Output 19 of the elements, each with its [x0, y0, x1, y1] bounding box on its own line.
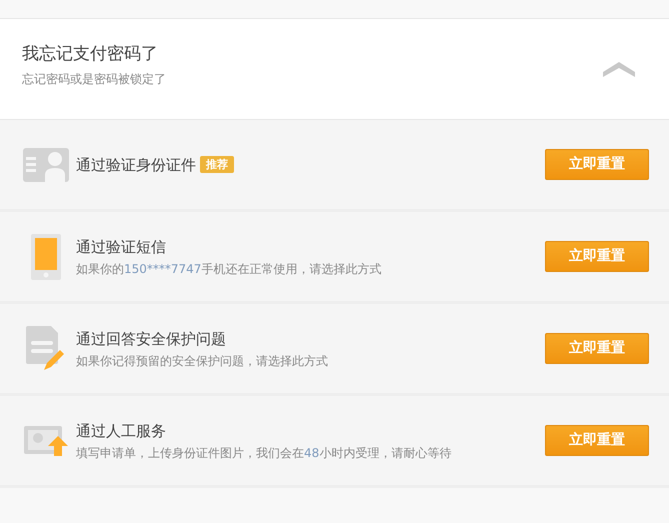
option-title: 通过验证身份证件	[76, 154, 196, 174]
option-title: 通过人工服务	[76, 420, 166, 440]
collapse-chevron-icon[interactable]	[603, 61, 635, 77]
photo-upload-icon	[24, 424, 68, 458]
reset-button[interactable]: 立即重置	[545, 333, 649, 364]
option-title: 通过验证短信	[76, 236, 166, 256]
reset-button[interactable]: 立即重置	[545, 425, 649, 456]
option-description: 填写申请单，上传身份证件图片，我们会在48小时内受理，请耐心等待	[76, 444, 452, 460]
phone-icon	[31, 234, 61, 280]
option-description: 如果你的150****7747手机还在正常使用，请选择此方式	[76, 260, 382, 276]
option-title: 通过回答安全保护问题	[76, 328, 226, 348]
option-description: 如果你记得预留的安全保护问题，请选择此方式	[76, 352, 329, 368]
document-pencil-icon	[26, 326, 66, 372]
reset-button[interactable]: 立即重置	[545, 241, 649, 272]
section-subtitle: 忘记密码或是密码被锁定了	[22, 71, 166, 87]
recommended-badge: 推荐	[200, 156, 234, 173]
section-title: 我忘记支付密码了	[22, 43, 159, 65]
id-card-icon	[23, 148, 69, 182]
reset-button[interactable]: 立即重置	[545, 149, 649, 180]
